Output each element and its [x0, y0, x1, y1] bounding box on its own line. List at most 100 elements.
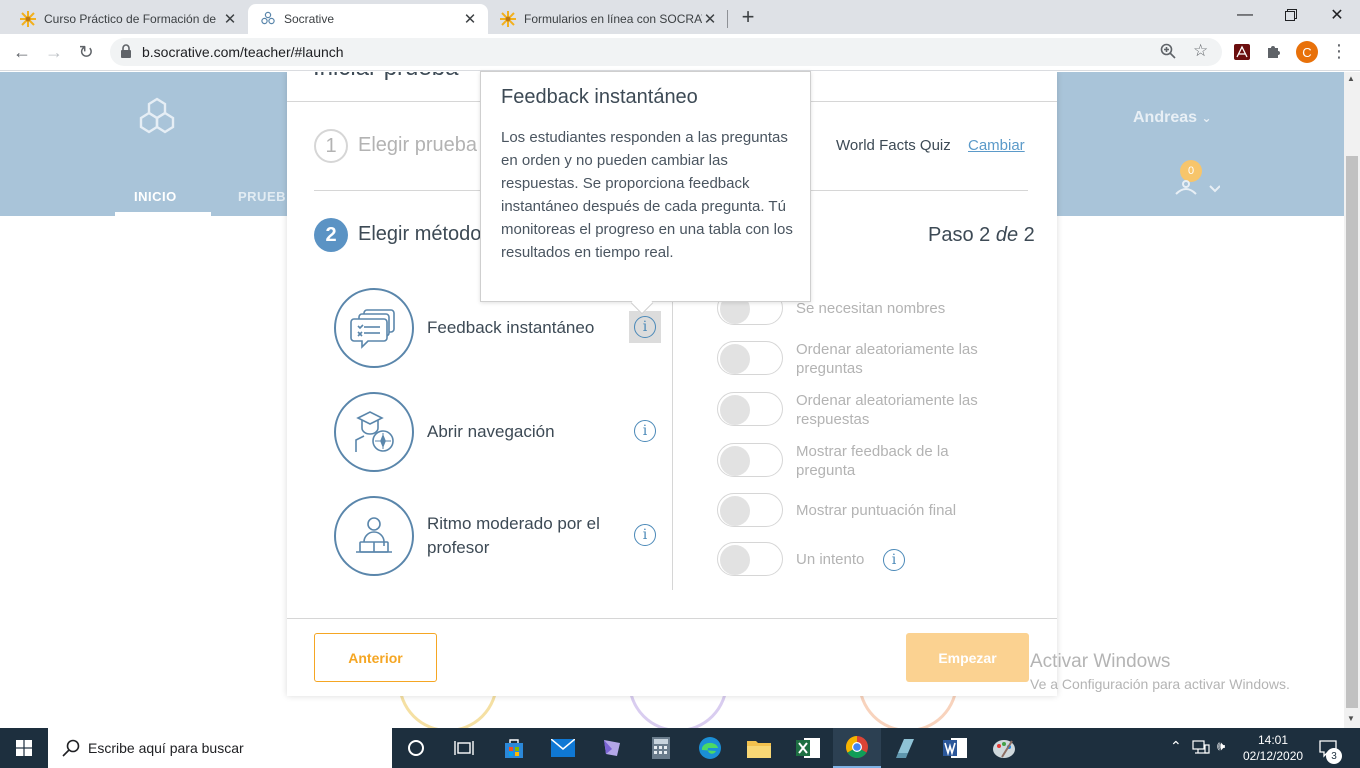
- modal-title: Iniciar prueba: [313, 72, 458, 82]
- zoom-icon[interactable]: [1160, 43, 1176, 64]
- graduate-compass-icon: [334, 392, 414, 472]
- mail-icon[interactable]: [539, 728, 587, 768]
- tab-divider: [727, 10, 728, 28]
- word-icon[interactable]: [931, 728, 979, 768]
- close-tab-icon[interactable]: ✕: [702, 10, 718, 28]
- start-button[interactable]: Empezar: [906, 633, 1029, 682]
- info-icon[interactable]: i: [883, 549, 905, 571]
- clock-time: 14:01: [1257, 733, 1289, 747]
- new-tab-icon[interactable]: +: [736, 4, 760, 29]
- file-explorer-icon[interactable]: [735, 728, 783, 768]
- browser-tab-1[interactable]: Curso Práctico de Formación de ✕: [8, 4, 248, 34]
- scroll-up-icon[interactable]: ▲: [1347, 74, 1355, 83]
- tooltip-body: Los estudiantes responden a las pregunta…: [501, 129, 793, 261]
- browser-tab-2[interactable]: Socrative ✕: [248, 4, 488, 34]
- app-icon[interactable]: [588, 728, 636, 768]
- tab-title: Curso Práctico de Formación de: [44, 12, 217, 26]
- toggle-knob: [720, 545, 750, 575]
- step-1-badge: 1: [314, 129, 348, 163]
- minimize-icon[interactable]: —: [1222, 0, 1268, 30]
- profile-avatar[interactable]: C: [1296, 41, 1318, 63]
- notifications-count-badge: 3: [1326, 748, 1342, 764]
- toggle-one-attempt[interactable]: [717, 542, 783, 576]
- search-placeholder: Escribe aquí para buscar: [88, 740, 244, 756]
- close-window-icon[interactable]: ✕: [1314, 0, 1360, 30]
- network-icon[interactable]: [1192, 739, 1210, 760]
- forward-arrow-icon[interactable]: →: [40, 38, 68, 66]
- close-tab-icon[interactable]: ✕: [462, 10, 478, 28]
- info-icon[interactable]: i: [634, 316, 656, 338]
- toggle-knob: [720, 395, 750, 425]
- step-2-badge: 2: [314, 218, 348, 252]
- nav-home-link[interactable]: INICIO: [134, 189, 177, 204]
- teacher-icon: [334, 496, 414, 576]
- browser-menu-icon[interactable]: ⋮: [1330, 42, 1348, 60]
- windows-taskbar: Escribe aquí para buscar ⌃ 🕪 14:01 02/12…: [0, 728, 1360, 768]
- windows-start-icon[interactable]: [0, 728, 48, 768]
- nav-quizzes-link[interactable]: PRUEB: [238, 189, 286, 204]
- toggle-knob: [720, 496, 750, 526]
- toggle-knob: [720, 344, 750, 374]
- info-button-highlight[interactable]: i: [629, 311, 661, 343]
- back-button[interactable]: Anterior: [314, 633, 437, 682]
- scrollbar-thumb[interactable]: [1346, 156, 1358, 708]
- extensions-puzzle-icon[interactable]: [1266, 43, 1282, 64]
- browser-tab-3[interactable]: Formularios en línea con SOCRAT ✕: [488, 4, 728, 34]
- taskbar-search-box[interactable]: Escribe aquí para buscar: [48, 728, 392, 768]
- option-label: Ordenar aleatoriamente las preguntas: [796, 341, 978, 377]
- task-view-icon[interactable]: [440, 728, 488, 768]
- chevron-up-icon[interactable]: ⌃: [1170, 738, 1182, 755]
- cortana-icon[interactable]: [392, 728, 440, 768]
- browser-tab-bar: Curso Práctico de Formación de ✕ Socrati…: [0, 0, 1360, 34]
- chrome-browser-icon[interactable]: [833, 728, 881, 768]
- calculator-icon[interactable]: [637, 728, 685, 768]
- lock-icon[interactable]: [120, 44, 132, 63]
- method-teacher-paced[interactable]: Ritmo moderado por el profesor i: [334, 495, 664, 577]
- toggle-knob: [720, 446, 750, 476]
- sunflower-icon: [500, 11, 516, 27]
- socrative-icon: [260, 11, 276, 27]
- method-open-navigation[interactable]: Abrir navegación i: [334, 391, 664, 473]
- volume-icon[interactable]: 🕪: [1217, 738, 1225, 754]
- edge-browser-icon[interactable]: [686, 728, 734, 768]
- toggle-show-question-feedback[interactable]: [717, 443, 783, 477]
- store-icon[interactable]: [490, 728, 538, 768]
- app-icon[interactable]: [882, 728, 930, 768]
- clock-date: 02/12/2020: [1243, 749, 1304, 763]
- back-arrow-icon[interactable]: ←: [8, 38, 36, 66]
- toggle-shuffle-questions[interactable]: [717, 341, 783, 375]
- excel-icon[interactable]: [784, 728, 832, 768]
- rooms-icon[interactable]: [1172, 176, 1221, 205]
- bookmark-star-icon[interactable]: ☆: [1193, 41, 1208, 61]
- browser-toolbar: ← → ↻ b.socrative.com/teacher/#launch ☆ …: [0, 34, 1360, 71]
- close-tab-icon[interactable]: ✕: [222, 10, 238, 28]
- toggle-show-final-score[interactable]: [717, 493, 783, 527]
- page-scrollbar[interactable]: ▲ ▼: [1344, 72, 1360, 728]
- sunflower-icon: [20, 11, 36, 27]
- change-quiz-link[interactable]: Cambiar: [968, 137, 1025, 154]
- column-divider: [672, 286, 673, 590]
- step-1-label: Elegir prueba: [358, 134, 477, 156]
- reload-icon[interactable]: ↻: [72, 38, 100, 66]
- activation-watermark-title: Activar Windows: [1030, 651, 1171, 672]
- socrative-logo-icon[interactable]: [136, 96, 178, 147]
- address-bar[interactable]: b.socrative.com/teacher/#launch ☆: [110, 38, 1222, 66]
- acrobat-extension-icon[interactable]: [1234, 44, 1250, 60]
- info-icon[interactable]: i: [634, 420, 656, 442]
- divider: [287, 618, 1057, 619]
- user-menu[interactable]: Andreas ⌄: [1133, 109, 1212, 127]
- toggle-shuffle-answers[interactable]: [717, 392, 783, 426]
- restore-icon[interactable]: [1268, 0, 1314, 30]
- step-2-label: Elegir método: [358, 223, 482, 245]
- url-text: b.socrative.com/teacher/#launch: [142, 44, 344, 60]
- selected-quiz-name: World Facts Quiz: [836, 137, 951, 154]
- step-progress: Paso 2 de 2: [928, 224, 1035, 247]
- step-progress-total: 2: [1023, 224, 1035, 246]
- option-label: Se necesitan nombres: [796, 300, 946, 317]
- user-name: Andreas: [1133, 109, 1198, 126]
- nav-active-indicator: [115, 212, 211, 216]
- info-icon[interactable]: i: [634, 524, 656, 546]
- system-clock[interactable]: 14:01 02/12/2020: [1243, 732, 1303, 764]
- paint-icon[interactable]: [980, 728, 1028, 768]
- scroll-down-icon[interactable]: ▼: [1347, 714, 1355, 723]
